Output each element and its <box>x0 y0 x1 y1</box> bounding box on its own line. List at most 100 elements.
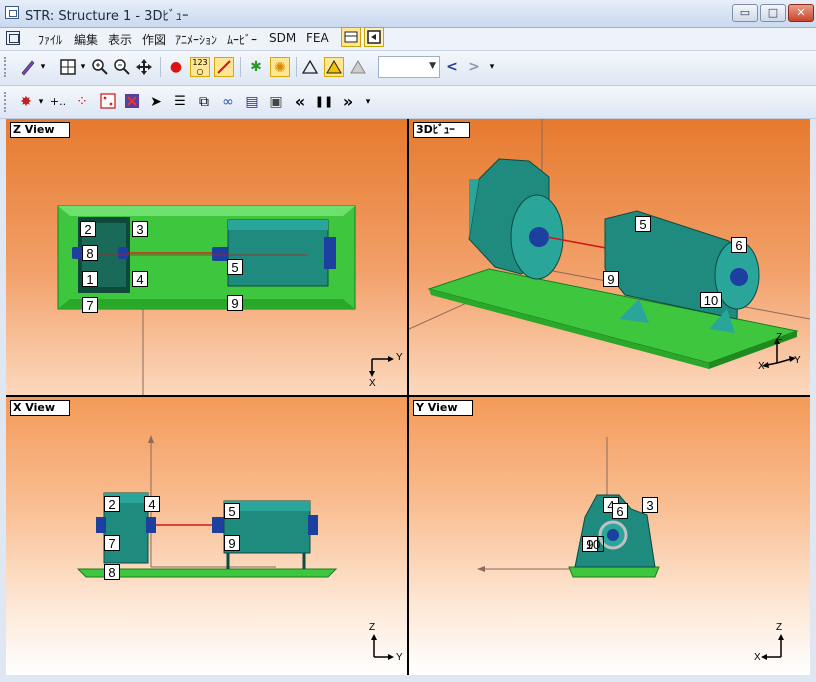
point-label: 6 <box>612 503 628 519</box>
add-point-icon[interactable]: +.. <box>48 92 68 112</box>
x-view-axis-triad-icon <box>371 634 394 660</box>
grid-layout-icon[interactable] <box>58 57 78 77</box>
menu-view[interactable]: 表示 <box>108 31 132 48</box>
zoom-out-icon[interactable] <box>112 57 132 77</box>
nav-prev-button[interactable]: < <box>442 57 462 77</box>
viewport-area: Z View 2 3 8 1 4 7 5 9 Y X 3Dﾋﾞｭｰ 5 6 9 … <box>6 119 810 675</box>
scatter-points-icon[interactable]: ⁘ <box>72 92 92 112</box>
axis-label-x: X <box>754 652 761 663</box>
axis-label-y: Y <box>794 355 801 366</box>
close-button[interactable]: ✕ <box>788 4 814 22</box>
x-view-label: X View <box>10 400 71 416</box>
y-view-canvas <box>477 437 660 578</box>
maximize-button[interactable]: □ <box>760 4 786 22</box>
pan-icon[interactable] <box>134 57 154 77</box>
list-icon[interactable]: ☰ <box>170 92 190 112</box>
select-box-icon[interactable] <box>98 92 118 112</box>
point-label: 5 <box>224 503 240 519</box>
menu-sdm[interactable]: SDM <box>269 31 296 45</box>
title-bar: STR: Structure 1 - 3Dﾋﾞｭｰ ▭ □ ✕ <box>0 0 816 28</box>
chart-window-icon[interactable]: ▣ <box>266 92 286 112</box>
z-view-canvas <box>57 205 356 395</box>
menu-animation[interactable]: ｱﾆﾒｰｼｮﾝ <box>175 31 217 48</box>
triangle-filled-icon[interactable] <box>324 57 344 77</box>
restore-window-icon <box>367 30 381 44</box>
x-view-canvas <box>76 435 338 578</box>
restore-window-button[interactable] <box>364 27 384 47</box>
point-label: 9 <box>603 271 619 287</box>
animate-icon[interactable]: ∞ <box>218 92 238 112</box>
delete-box-icon[interactable] <box>122 92 142 112</box>
toolbar-grip[interactable] <box>4 57 9 77</box>
toolbar-options-icon[interactable]: ▾ <box>486 57 498 77</box>
frame-right <box>810 119 816 675</box>
zoom-in-icon[interactable] <box>90 57 110 77</box>
3d-view-label: 3Dﾋﾞｭｰ <box>413 122 470 138</box>
axis-label-y: Y <box>396 652 403 663</box>
chevron-down-icon: ▼ <box>429 61 436 71</box>
point-label: 3 <box>642 497 658 513</box>
triangle-outline-icon[interactable] <box>300 57 320 77</box>
mdi-window-icon[interactable] <box>6 31 20 45</box>
pause-button[interactable]: ❚❚ <box>314 92 334 112</box>
axis-label-x: X <box>369 378 376 389</box>
axis-label-z: Z <box>776 332 783 343</box>
minimize-button[interactable]: ▭ <box>732 4 758 22</box>
copy-icon[interactable]: ⧉ <box>194 92 214 112</box>
pointer-icon[interactable]: ➤ <box>146 92 166 112</box>
y-view-label: Y View <box>413 400 473 416</box>
app-icon[interactable] <box>5 6 19 19</box>
number-points-icon[interactable]: 123 ○ <box>190 57 210 77</box>
menu-file[interactable]: ﾌｧｲﾙ <box>38 31 62 48</box>
line-tool-icon[interactable] <box>214 57 234 77</box>
z-view-label: Z View <box>10 122 70 138</box>
dropdown-arrow-icon[interactable]: ▾ <box>36 92 46 112</box>
point-label: 6 <box>731 237 747 253</box>
toolbar-animation: ✸ ▾ +.. ⁘ ➤ ☰ ⧉ ∞ ▤ ▣ « ❚❚ » ▾ <box>0 86 816 119</box>
window-title: STR: Structure 1 - 3Dﾋﾞｭｰ <box>25 9 189 24</box>
menu-edit[interactable]: 編集 <box>74 31 98 48</box>
point-label: 9 <box>224 535 240 551</box>
point-label: 9 <box>227 295 243 311</box>
shape-mode-icon[interactable]: ✸ <box>16 92 36 112</box>
axis-label-z: Z <box>369 622 376 633</box>
menu-fea[interactable]: FEA <box>306 31 329 45</box>
toolbar-options-icon[interactable]: ▾ <box>362 92 374 112</box>
surface-icon[interactable]: ✱ <box>246 57 266 77</box>
spreadsheet-icon[interactable]: ▤ <box>242 92 262 112</box>
point-label: 10 <box>700 292 722 308</box>
menu-draw[interactable]: 作図 <box>142 31 166 48</box>
point-label: 8 <box>82 245 98 261</box>
z-view-pane[interactable]: Z View 2 3 8 1 4 7 5 9 Y X <box>6 119 407 395</box>
point-label: 10 <box>582 536 604 552</box>
dropdown-arrow-icon[interactable]: ▾ <box>78 57 88 77</box>
z-view-axis-triad-icon <box>369 356 394 377</box>
point-label: 5 <box>227 259 243 275</box>
highlight-mesh-icon[interactable]: ✺ <box>270 57 290 77</box>
menu-movie[interactable]: ﾑｰﾋﾞｰ <box>227 31 257 48</box>
point-dot-icon[interactable]: ● <box>166 57 186 77</box>
pen-tool-icon[interactable] <box>18 57 38 77</box>
point-label: 8 <box>104 564 120 580</box>
dropdown-arrow-icon[interactable]: ▾ <box>38 57 48 77</box>
point-label: 4 <box>144 496 160 512</box>
x-view-pane[interactable]: X View 2 4 5 7 9 8 Y Z <box>6 397 407 675</box>
animation-select[interactable]: ▼ <box>378 56 440 78</box>
toolbar-grip[interactable] <box>4 92 9 112</box>
tile-windows-icon <box>344 31 358 43</box>
axis-label-x: X <box>758 361 765 372</box>
rewind-button[interactable]: « <box>290 92 310 112</box>
forward-button[interactable]: » <box>338 92 358 112</box>
tile-windows-button[interactable] <box>341 27 361 47</box>
point-label: 4 <box>132 271 148 287</box>
axis-label-y: Y <box>396 352 403 363</box>
point-label: 1 <box>82 271 98 287</box>
point-label: 2 <box>104 496 120 512</box>
3d-view-canvas <box>409 119 810 369</box>
nav-next-button[interactable]: > <box>464 57 484 77</box>
triangle-gray-icon[interactable] <box>348 57 368 77</box>
3d-view-pane[interactable]: 3Dﾋﾞｭｰ 5 6 9 10 Y Z X <box>409 119 810 395</box>
y-view-pane[interactable]: Y View 4 6 3 9 10 X Z <box>409 397 810 675</box>
point-label: 2 <box>80 221 96 237</box>
menu-bar: ﾌｧｲﾙ 編集 表示 作図 ｱﾆﾒｰｼｮﾝ ﾑｰﾋﾞｰ SDM FEA <box>0 28 816 51</box>
